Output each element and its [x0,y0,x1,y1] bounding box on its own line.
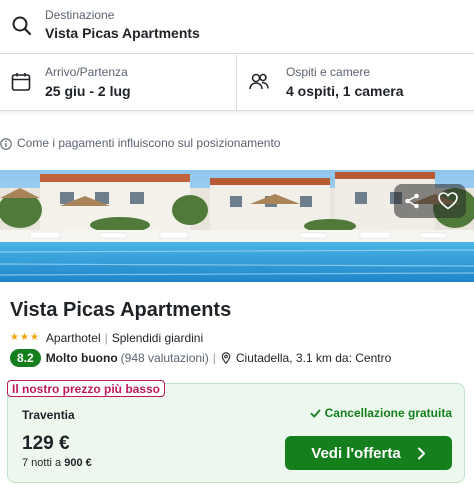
offer-provider: Traventia [22,408,75,422]
chevron-right-icon [417,447,425,459]
rating-badge: 8.2 [10,349,41,367]
view-offer-label: Vedi l'offerta [311,444,401,462]
calendar-icon [10,71,32,93]
star-rating: ★ ★ ★ [10,333,40,343]
guests-field[interactable]: Ospiti e camere 4 ospiti, 1 camera [238,55,474,110]
star-icon: ★ [29,332,39,343]
total-price: 7 notti a 900 € [22,457,92,469]
nights-prefix: 7 notti a [22,457,62,469]
divider: | [212,351,216,365]
star-icon: ★ [10,332,19,343]
divider: | [104,331,108,345]
guests-icon [248,71,270,93]
search-icon [10,14,34,38]
free-cancellation-text: Cancellazione gratuita [324,406,452,420]
rating-count[interactable]: (948 valutazioni) [121,351,209,365]
dates-value: 25 giu - 2 lug [45,83,131,99]
destination-value: Vista Picas Apartments [45,25,200,41]
dates-field[interactable]: Arrivo/Partenza 25 giu - 2 lug [0,55,237,110]
guests-label: Ospiti e camere [286,65,371,79]
star-icon: ★ [19,332,29,343]
offer-price: 129 € [22,433,70,454]
heart-icon[interactable] [430,184,466,218]
hotel-feature: Splendidi giardini [111,331,204,345]
location-pin-icon [220,352,232,365]
hotel-type: Aparthotel [45,331,101,345]
hotel-name[interactable]: Vista Picas Apartments [10,299,231,322]
guests-value: 4 ospiti, 1 camera [286,83,404,99]
destination-label: Destinazione [45,8,115,22]
hotel-location[interactable]: Ciutadella, 3.1 km da: Centro [236,351,391,365]
share-icon[interactable] [394,184,430,218]
info-icon [0,137,12,150]
lowest-price-badge: Il nostro prezzo più basso [7,380,166,397]
dates-label: Arrivo/Partenza [45,65,128,79]
hotel-meta: ★ ★ ★ Aparthotel | Splendidi giardini [10,330,203,346]
check-icon [310,409,321,417]
nights-total: 900 € [64,457,92,469]
ranking-info-text: Come i pagamenti influiscono sul posizio… [17,136,281,150]
rating-row: 8.2 Molto buono (948 valutazioni) | Ciut… [10,349,391,367]
ranking-info-link[interactable]: Come i pagamenti influiscono sul posizio… [0,134,280,152]
free-cancellation: Cancellazione gratuita [310,406,452,420]
destination-field[interactable]: Destinazione Vista Picas Apartments [0,0,474,54]
view-offer-button[interactable]: Vedi l'offerta [285,436,452,470]
search-card: Destinazione Vista Picas Apartments Arri… [0,0,474,111]
photo-actions [394,184,466,218]
rating-label: Molto buono [45,351,118,365]
